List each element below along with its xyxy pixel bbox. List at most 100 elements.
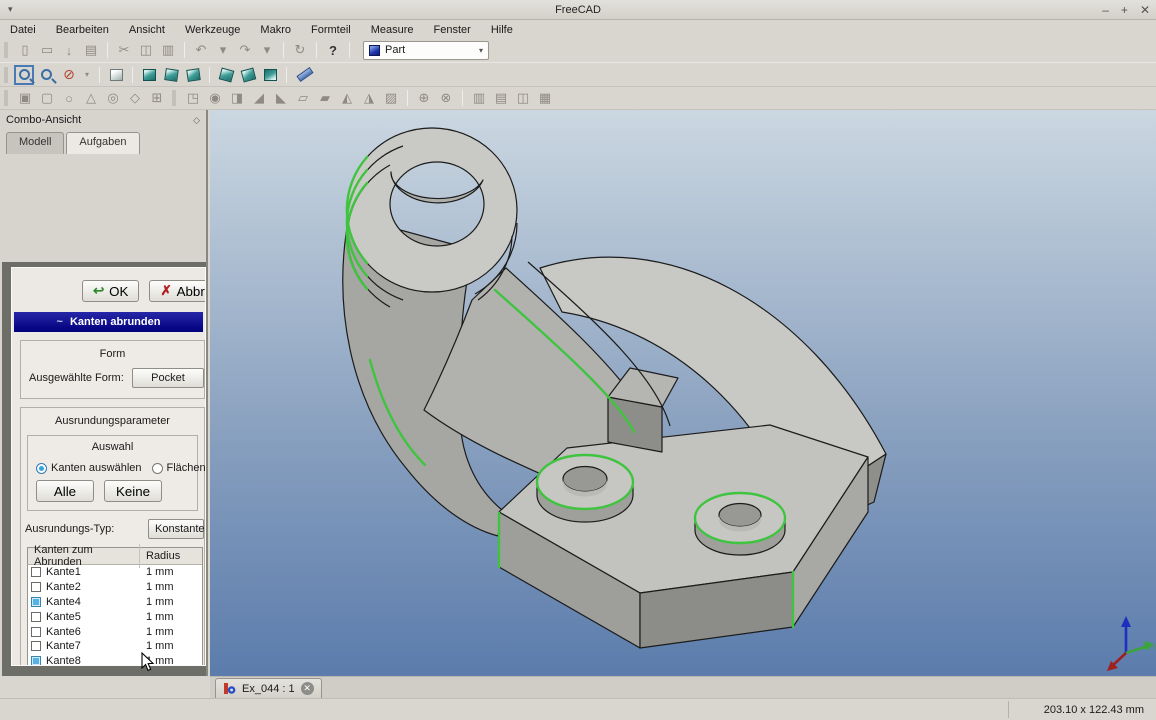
select-edges-radio[interactable] — [36, 463, 47, 474]
edge-table-row[interactable]: Kante7 1 mm — [28, 639, 202, 654]
edge-checkbox[interactable] — [31, 627, 41, 637]
rear-view-icon[interactable] — [216, 65, 236, 85]
edges-column-header[interactable]: Kanten zum Abrunden — [28, 544, 140, 568]
menu-item[interactable]: Ansicht — [119, 23, 175, 37]
task-header: ~ Kanten abrunden — [14, 312, 203, 332]
edge-radius-value[interactable]: 1 mm — [140, 566, 174, 578]
select-all-button[interactable]: Alle — [36, 480, 94, 502]
part-section-icon: ▥ — [469, 88, 489, 108]
undo-redo-icon[interactable]: ↶ — [191, 40, 211, 60]
edge-checkbox[interactable] — [31, 567, 41, 577]
draw-style-dropdown-icon[interactable]: ▾ — [81, 65, 93, 85]
edge-checkbox[interactable] — [31, 612, 41, 622]
menu-item[interactable]: Fenster — [424, 23, 481, 37]
menu-item[interactable]: Measure — [361, 23, 424, 37]
cancel-button[interactable]: ✗ Abbrechen — [149, 280, 206, 302]
edge-radius-value[interactable]: 1 mm — [140, 640, 174, 652]
edge-checkbox[interactable] — [31, 597, 41, 607]
select-faces-radio[interactable] — [152, 463, 163, 474]
edge-label: Kante1 — [46, 566, 81, 578]
edge-table-row[interactable]: Kante8 1 mm — [28, 654, 202, 666]
edit-icon[interactable]: ◫ — [136, 40, 156, 60]
edge-checkbox[interactable] — [31, 582, 41, 592]
3d-viewport[interactable]: Y — [210, 110, 1156, 676]
edge-label: Kante5 — [46, 611, 81, 623]
menu-item[interactable]: Werkzeuge — [175, 23, 250, 37]
maximize-button[interactable]: + — [1121, 3, 1128, 17]
menu-item[interactable]: Bearbeiten — [46, 23, 119, 37]
part-modify-icon: ◉ — [205, 88, 225, 108]
edge-label: Kante8 — [46, 655, 81, 666]
edge-table-row[interactable]: Kante2 1 mm — [28, 580, 202, 595]
file-icon[interactable]: ▯ — [15, 40, 35, 60]
ok-button[interactable]: ↩ OK — [82, 280, 139, 302]
edge-label: Kante7 — [46, 640, 81, 652]
toolbar-part-tools: ▣▢○△◎◇⊞ ◳◉◨◢◣▱▰◭◮▨ ⊕⊗ ▥▤◫▦ — [0, 86, 1156, 110]
select-none-button[interactable]: Keine — [104, 480, 162, 502]
radius-column-header[interactable]: Radius — [140, 550, 180, 562]
fillet-group-title: Ausrundungsparameter — [21, 412, 204, 433]
menu-item[interactable]: Makro — [250, 23, 301, 37]
minimize-button[interactable]: – — [1102, 3, 1109, 17]
edge-table-row[interactable]: Kante1 1 mm — [28, 565, 202, 580]
close-button[interactable]: ✕ — [1140, 3, 1150, 17]
selection-title: Auswahl — [28, 438, 197, 459]
refresh-icon[interactable]: ↻ — [290, 40, 310, 60]
document-tab-bar: Ex_044 : 1 ✕ — [210, 676, 1156, 698]
toolbar-handle[interactable] — [4, 42, 8, 58]
tab-modell[interactable]: Modell — [6, 132, 64, 154]
edge-radius-value[interactable]: 1 mm — [140, 581, 174, 593]
form-groupbox: Form Ausgewählte Form: Pocket — [20, 340, 205, 399]
edit-icon[interactable]: ✂ — [114, 40, 134, 60]
undo-redo-icon[interactable]: ↷ — [235, 40, 255, 60]
edge-table-row[interactable]: Kante6 1 mm — [28, 624, 202, 639]
edge-checkbox[interactable] — [31, 656, 41, 666]
toolbar-handle[interactable] — [4, 67, 8, 83]
edge-checkbox[interactable] — [31, 641, 41, 651]
draw-style-icon[interactable]: ⊘ — [59, 65, 79, 85]
edge-table-row[interactable]: Kante4 1 mm — [28, 595, 202, 610]
tab-aufgaben[interactable]: Aufgaben — [66, 132, 139, 154]
fillet-parameters-groupbox: Ausrundungsparameter Auswahl Kanten ausw… — [20, 407, 205, 666]
edge-radius-value[interactable]: 1 mm — [140, 626, 174, 638]
workbench-value: Part — [385, 44, 405, 56]
right-view-icon[interactable] — [183, 65, 203, 85]
file-icon[interactable]: ↓ — [59, 40, 79, 60]
menu-item[interactable]: Formteil — [301, 23, 361, 37]
document-tab[interactable]: Ex_044 : 1 ✕ — [215, 678, 322, 698]
front-view-icon[interactable] — [139, 65, 159, 85]
menu-item[interactable]: Datei — [0, 23, 46, 37]
window-title: FreeCAD — [0, 4, 1156, 16]
tab-close-icon[interactable]: ✕ — [301, 682, 314, 695]
part-primitive-icon: ○ — [59, 88, 79, 108]
selected-shape-dropdown[interactable]: Pocket — [132, 368, 204, 388]
measure-icon[interactable] — [293, 65, 317, 85]
edit-icon[interactable]: ▥ — [158, 40, 178, 60]
edge-table-row[interactable]: Kante5 1 mm — [28, 609, 202, 624]
left-view-icon[interactable] — [260, 65, 280, 85]
file-icon[interactable]: ▤ — [81, 40, 101, 60]
edge-label: Kante6 — [46, 626, 81, 638]
bottom-view-icon[interactable] — [238, 65, 258, 85]
toolbar-handle[interactable] — [4, 90, 8, 106]
part-section-icon: ▤ — [491, 88, 511, 108]
part-modify-icon: ▱ — [293, 88, 313, 108]
top-view-icon[interactable] — [161, 65, 181, 85]
edge-radius-value[interactable]: 1 mm — [140, 596, 174, 608]
edge-radius-value[interactable]: 1 mm — [140, 611, 174, 623]
axonometric-view-icon[interactable] — [106, 65, 126, 85]
zoom-icon[interactable] — [35, 65, 57, 85]
fit-all-icon[interactable] — [14, 65, 34, 85]
fillet-type-dropdown[interactable]: Konstanter — [148, 519, 204, 539]
undo-redo-icon[interactable]: ▾ — [213, 40, 233, 60]
part-modify-icon: ◢ — [249, 88, 269, 108]
menu-item[interactable]: Hilfe — [481, 23, 523, 37]
workbench-selector[interactable]: Part ▾ — [363, 41, 489, 60]
float-panel-icon[interactable]: ◇ — [193, 115, 200, 126]
fillet-type-label: Ausrundungs-Typ: — [25, 523, 114, 535]
undo-redo-icon[interactable]: ▾ — [257, 40, 277, 60]
part-primitive-icon: ▢ — [37, 88, 57, 108]
toolbar-handle[interactable] — [172, 90, 176, 106]
file-icon[interactable]: ▭ — [37, 40, 57, 60]
whats-this-icon[interactable]: ? — [323, 40, 343, 60]
